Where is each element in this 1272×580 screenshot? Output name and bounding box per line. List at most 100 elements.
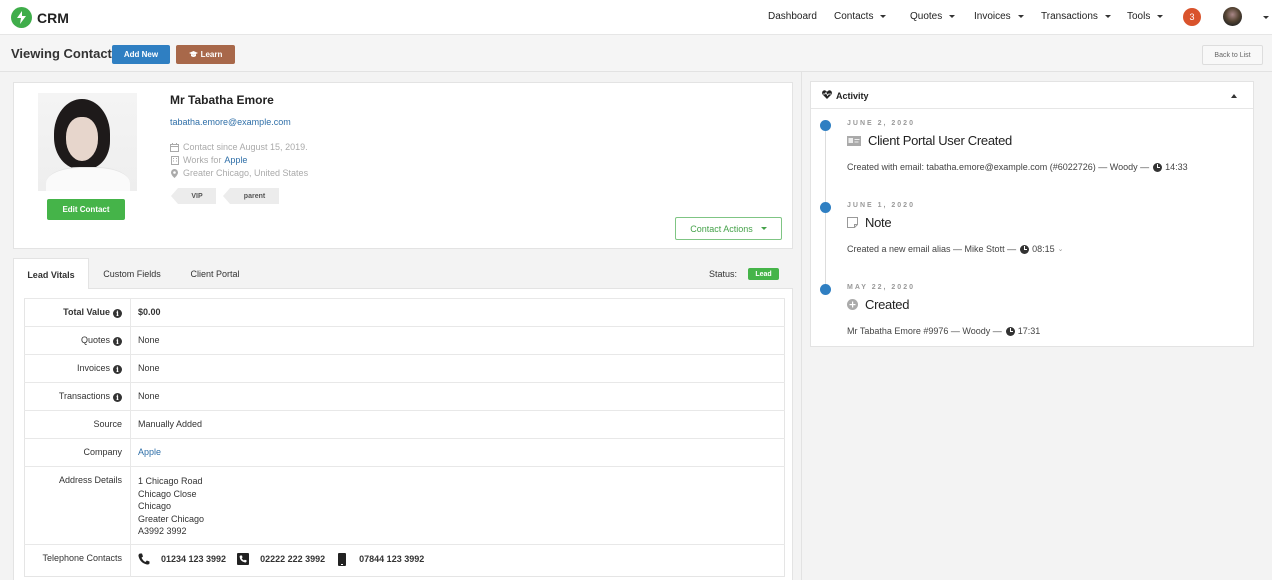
app-logo[interactable]: CRM <box>11 7 69 28</box>
app-name: CRM <box>37 9 69 26</box>
nav-dashboard[interactable]: Dashboard <box>768 11 817 22</box>
activity-description: Created with email: tabatha.emore@exampl… <box>847 162 1188 172</box>
note-icon <box>847 217 858 228</box>
vitals-table: Total Value i $0.00 Quotes i None Invoices… <box>24 298 785 577</box>
work-phone[interactable]: 02222 222 3992 <box>260 554 325 564</box>
company-cell: Apple <box>130 438 785 467</box>
activity-desc-text: Created with email: tabatha.emore@exampl… <box>847 162 1150 172</box>
table-row: Address Details 1 Chicago Road Chicago C… <box>24 466 785 545</box>
phones-value: 01234 123 3992 02222 222 3992 07844 123 … <box>130 544 785 577</box>
map-marker-icon <box>170 168 179 178</box>
row-key: Invoices <box>76 363 110 373</box>
status-label: Status: <box>709 269 738 279</box>
address-value: 1 Chicago Road Chicago Close Chicago Gre… <box>130 466 785 545</box>
phone-square-icon <box>237 553 250 565</box>
contact-since-text: Contact since August 15, 2019. <box>183 142 308 152</box>
caret-down-icon <box>1157 15 1164 18</box>
nav-label: Dashboard <box>768 11 817 22</box>
info-icon[interactable]: i <box>113 393 122 402</box>
activity-date: JUNE 2, 2020 <box>847 120 915 127</box>
home-phone[interactable]: 01234 123 3992 <box>161 554 226 564</box>
heartbeat-icon <box>822 90 832 101</box>
caret-down-icon[interactable] <box>1263 16 1269 19</box>
source-label: Source <box>24 410 131 439</box>
table-row: Total Value i $0.00 <box>24 298 785 327</box>
works-for-text: Works for <box>183 155 222 165</box>
add-new-button[interactable]: Add New <box>112 45 170 64</box>
tab-lead-vitals[interactable]: Lead Vitals <box>13 258 89 290</box>
lead-vitals-panel: Total Value i $0.00 Quotes i None Invoices… <box>13 289 793 580</box>
activity-item-title: Created <box>847 297 909 312</box>
graduation-cap-icon <box>188 51 198 57</box>
photo-face <box>66 117 98 161</box>
activity-description: Mr Tabatha Emore #9976 — Woody — 17:31 <box>847 326 1040 336</box>
table-row: Telephone Contacts 01234 123 3992 02222 … <box>24 544 785 577</box>
caret-down-icon <box>760 227 767 230</box>
company-label: Company <box>24 438 131 467</box>
table-row: Invoices i None <box>24 354 785 383</box>
phones-label: Telephone Contacts <box>24 544 131 577</box>
activity-date: MAY 22, 2020 <box>847 284 915 291</box>
plus-circle-icon <box>847 299 858 310</box>
company-link[interactable]: Apple <box>138 447 161 457</box>
tag-parent[interactable]: parent <box>223 188 279 204</box>
nav-invoices[interactable]: Invoices <box>974 11 1024 22</box>
activity-desc-text: Created a new email alias — Mike Stott — <box>847 244 1017 254</box>
table-row: Company Apple <box>24 438 785 467</box>
learn-button[interactable]: Learn <box>176 45 235 64</box>
user-avatar[interactable] <box>1223 7 1242 26</box>
activity-title-text: Created <box>865 297 910 312</box>
nav-contacts[interactable]: Contacts <box>834 11 887 22</box>
activity-panel: Activity JUNE 2, 2020 Client Portal User… <box>810 81 1254 347</box>
nav-transactions[interactable]: Transactions <box>1041 11 1111 22</box>
bolt-icon <box>11 7 32 28</box>
edit-contact-button[interactable]: Edit Contact <box>47 199 125 220</box>
tag-vip[interactable]: VIP <box>171 188 216 204</box>
activity-title: Activity <box>836 90 869 101</box>
notification-badge[interactable]: 3 <box>1183 8 1201 26</box>
quotes-label: Quotes i <box>24 326 131 355</box>
invoices-value: None <box>130 354 785 383</box>
contact-email-link[interactable]: tabatha.emore@example.com <box>170 117 291 127</box>
address-line: A3992 3992 <box>138 526 187 537</box>
activity-description: Created a new email alias — Mike Stott —… <box>847 244 1063 254</box>
row-key: Total Value <box>63 307 110 317</box>
timeline-dot <box>820 202 831 213</box>
collapse-caret-icon[interactable] <box>1231 94 1237 98</box>
info-icon[interactable]: i <box>113 365 122 374</box>
calendar-icon <box>170 142 179 152</box>
back-to-list-button[interactable]: Back to List <box>1202 45 1263 65</box>
info-icon[interactable]: i <box>113 337 122 346</box>
mobile-icon <box>336 552 348 566</box>
nav-label: Tools <box>1127 11 1151 22</box>
page-header: Viewing Contact Add New Learn Back to Li… <box>0 35 1272 72</box>
activity-time: 14:33 <box>1165 162 1188 172</box>
chevron-down-icon[interactable]: ⌄ <box>1058 245 1064 253</box>
page-title: Viewing Contact <box>11 46 112 61</box>
contact-actions-label: Contact Actions <box>690 223 753 234</box>
company-link[interactable]: Apple <box>224 155 247 165</box>
tab-custom-fields[interactable]: Custom Fields <box>93 258 171 289</box>
works-for: Works for Apple <box>170 155 247 165</box>
status-badge: Lead <box>748 268 779 280</box>
mobile-phone[interactable]: 07844 123 3992 <box>359 554 424 564</box>
clock-icon <box>1020 244 1030 254</box>
contact-actions-dropdown[interactable]: Contact Actions <box>675 217 782 240</box>
location-text: Greater Chicago, United States <box>183 168 309 178</box>
contact-photo <box>38 93 137 191</box>
caret-down-icon <box>1017 15 1024 18</box>
clock-icon <box>1153 162 1163 172</box>
transactions-label: Transactions i <box>24 382 131 411</box>
activity-desc-text: Mr Tabatha Emore #9976 — Woody — <box>847 326 1002 336</box>
address-line: Greater Chicago <box>138 513 205 524</box>
tab-client-portal[interactable]: Client Portal <box>179 258 251 289</box>
nav-tools[interactable]: Tools <box>1127 11 1164 22</box>
activity-item-title: Note <box>847 215 892 230</box>
activity-header[interactable]: Activity <box>811 82 1253 109</box>
info-icon[interactable]: i <box>113 309 122 318</box>
row-key: Quotes <box>80 335 110 345</box>
activity-date: JUNE 1, 2020 <box>847 202 915 209</box>
nav-label: Transactions <box>1041 11 1098 22</box>
nav-quotes[interactable]: Quotes <box>910 11 956 22</box>
address-label: Address Details <box>24 466 131 545</box>
